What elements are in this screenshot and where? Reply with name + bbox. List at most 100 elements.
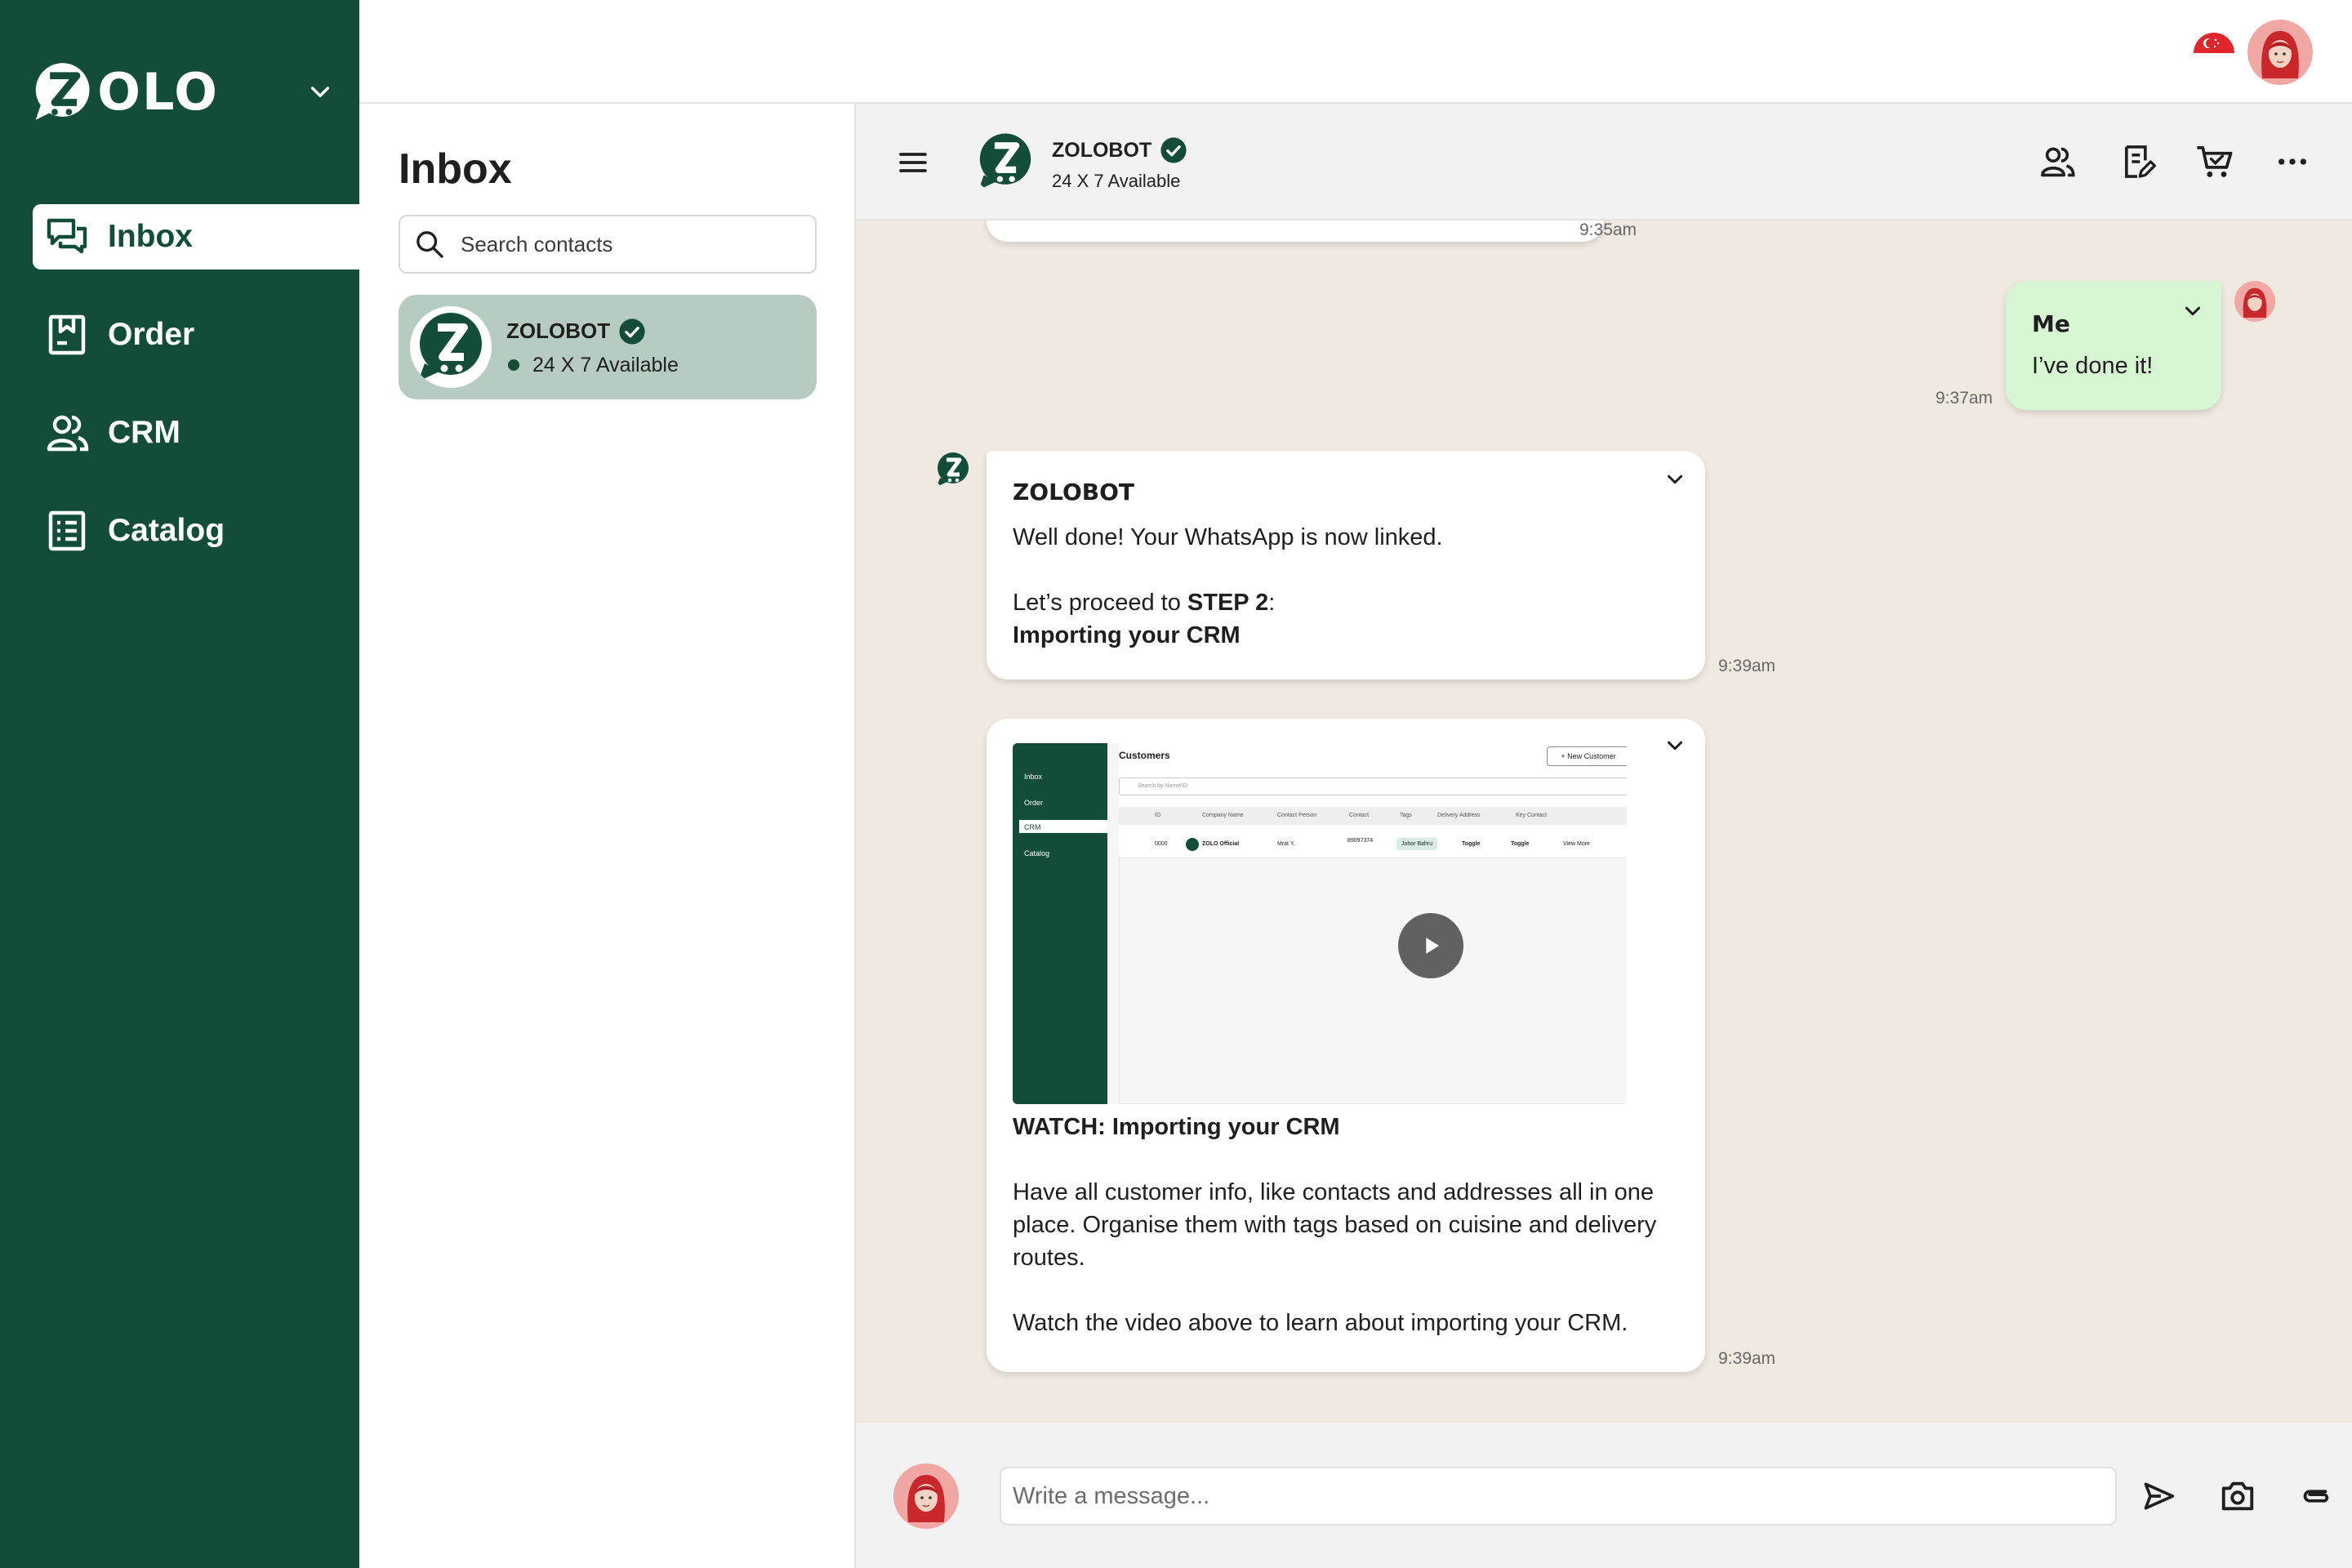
- chevron-down-icon[interactable]: [1663, 733, 1687, 758]
- message-time: 9:39am: [1718, 657, 1776, 675]
- send-button[interactable]: [2138, 1475, 2180, 1517]
- thumb-cell: Mrat Y.: [1277, 841, 1295, 847]
- thumb-nav-item: Inbox: [1024, 773, 1043, 781]
- contact-status: 24 X 7 Available: [532, 353, 679, 376]
- sidebar-item-inbox[interactable]: Inbox: [33, 204, 359, 270]
- search-box[interactable]: [399, 215, 817, 274]
- more-horizontal-icon: [2278, 158, 2306, 165]
- thumb-company-logo: [1186, 838, 1199, 851]
- message-sender: Me: [2032, 310, 2070, 337]
- thumb-heading: Customers: [1119, 750, 1170, 761]
- message-text: Have all customer info, like contacts an…: [1013, 1179, 1657, 1271]
- camera-button[interactable]: [2216, 1475, 2259, 1517]
- camera-icon: [2221, 1481, 2254, 1511]
- more-options-button[interactable]: [2272, 141, 2313, 182]
- contact-item[interactable]: ZOLOBOT 24 X 7 Available: [399, 295, 817, 399]
- message-time: 9:37am: [1936, 389, 1993, 408]
- message-fragment: Let’s proceed to: [1013, 590, 1187, 616]
- sidebar-item-label: CRM: [108, 415, 180, 450]
- attach-button[interactable]: [2293, 1475, 2336, 1517]
- paperclip-icon: [2303, 1490, 2329, 1503]
- user-avatar: [893, 1463, 959, 1529]
- thumb-nav-item: Order: [1024, 799, 1044, 807]
- message-input[interactable]: [1000, 1467, 2117, 1526]
- search-input[interactable]: [461, 231, 804, 257]
- sidebar-item-label: Catalog: [108, 513, 225, 548]
- order-icon: [44, 312, 90, 358]
- people-icon: [2041, 147, 2075, 177]
- edit-order-button[interactable]: [2117, 141, 2158, 182]
- thumb-nav-item: Catalog: [1024, 849, 1050, 858]
- sidebar-item-label: Order: [108, 317, 195, 352]
- verified-icon: [619, 318, 645, 345]
- contact-info-button[interactable]: [2037, 141, 2078, 182]
- contact-name: ZOLOBOT: [506, 318, 611, 343]
- sidebar-nav: Inbox Order CRM Catalog: [33, 204, 359, 596]
- thumb-new-customer-button: + New Customer: [1547, 746, 1627, 766]
- thumb-cell: View More: [1563, 841, 1590, 847]
- thumb-body: [1119, 858, 1627, 1104]
- chevron-down-icon[interactable]: [307, 78, 333, 105]
- thumb-col: Tags: [1400, 813, 1412, 818]
- top-bar: [359, 0, 2352, 104]
- message-bubble: [987, 220, 1604, 242]
- video-thumbnail[interactable]: Inbox Order CRM Catalog Customers + New …: [1013, 743, 1627, 1104]
- edit-document-icon: [2125, 145, 2156, 178]
- search-icon: [416, 231, 443, 258]
- chevron-down-icon[interactable]: [2180, 299, 2205, 323]
- message-time: 9:39am: [1718, 1349, 1776, 1368]
- chat-header: ZOLOBOT 24 X 7 Available: [856, 104, 2352, 220]
- chevron-down-icon[interactable]: [1663, 467, 1687, 492]
- cart-icon: [2197, 145, 2233, 177]
- message-bubble-incoming: ZOLOBOT Well done! Your WhatsApp is now …: [987, 451, 1705, 679]
- verified-icon: [1160, 137, 1187, 163]
- message-fragment-bold: STEP 2: [1187, 590, 1269, 616]
- send-icon: [2144, 1482, 2175, 1510]
- chat-contact-status: 24 X 7 Available: [1052, 171, 1181, 191]
- play-button[interactable]: [1398, 913, 1463, 978]
- message-bubble-video: Inbox Order CRM Catalog Customers + New …: [987, 719, 1705, 1372]
- sidebar-item-order[interactable]: Order: [33, 302, 359, 368]
- play-icon: [1426, 938, 1439, 954]
- user-avatar: [2234, 281, 2275, 322]
- thumb-col: ID: [1155, 813, 1160, 818]
- chat-messages: 9:35am Me I’ve done it! 9:37am ZOLOBOT W…: [856, 220, 2352, 1423]
- online-status-dot: [508, 359, 519, 371]
- zolo-logo[interactable]: OLO: [31, 59, 219, 124]
- cart-button[interactable]: [2194, 141, 2234, 182]
- thumb-table-row: 0000 ZOLO Official Mrat Y. 89097374 Joho…: [1119, 835, 1627, 856]
- zolobot-avatar[interactable]: [972, 128, 1039, 195]
- thumb-sidebar: Inbox Order CRM Catalog: [1013, 743, 1107, 1104]
- thumb-nav-item: CRM: [1024, 823, 1041, 831]
- logo-text: OLO: [97, 61, 219, 122]
- people-icon: [44, 410, 90, 456]
- zolo-logo-icon: [35, 63, 90, 120]
- zolobot-avatar: [410, 306, 492, 388]
- user-avatar[interactable]: [2247, 20, 2313, 85]
- chat-contact-name: ZOLOBOT: [1052, 138, 1152, 162]
- message-text: Watch the video above to learn about imp…: [1013, 1310, 1628, 1336]
- thumb-cell: 0000: [1155, 841, 1168, 847]
- thumb-cell: Toggle: [1462, 841, 1481, 847]
- thumb-cell: 89097374: [1348, 838, 1374, 844]
- thumb-col: Contact Person: [1277, 813, 1317, 818]
- message-line-bold: Importing your CRM: [1013, 622, 1241, 648]
- message-time: 9:35am: [1579, 220, 1637, 239]
- message-fragment: :: [1268, 590, 1276, 616]
- thumb-search: Search by Name/ID: [1119, 777, 1627, 795]
- catalog-icon: [44, 508, 90, 554]
- sidebar-item-crm[interactable]: CRM: [33, 400, 359, 466]
- inbox-panel: Inbox ZOLOBOT 24 X 7 Available: [359, 104, 856, 1568]
- thumb-col: Company Name: [1202, 813, 1244, 818]
- thumb-cell: ZOLO Official: [1202, 841, 1240, 847]
- thumb-tag: Johor Bahru: [1396, 838, 1438, 850]
- thumb-cell: Toggle: [1511, 841, 1530, 847]
- zolobot-avatar: [933, 449, 973, 490]
- thumb-col: Key Contact: [1516, 813, 1548, 818]
- sidebar-item-catalog[interactable]: Catalog: [33, 498, 359, 564]
- message-line: Let’s proceed to STEP 2:: [1013, 586, 1682, 619]
- menu-icon[interactable]: [897, 146, 929, 179]
- singapore-flag-icon[interactable]: [2194, 33, 2234, 74]
- thumb-table-header: ID Company Name Contact Person Contact T…: [1119, 807, 1627, 825]
- sidebar-item-label: Inbox: [108, 219, 193, 254]
